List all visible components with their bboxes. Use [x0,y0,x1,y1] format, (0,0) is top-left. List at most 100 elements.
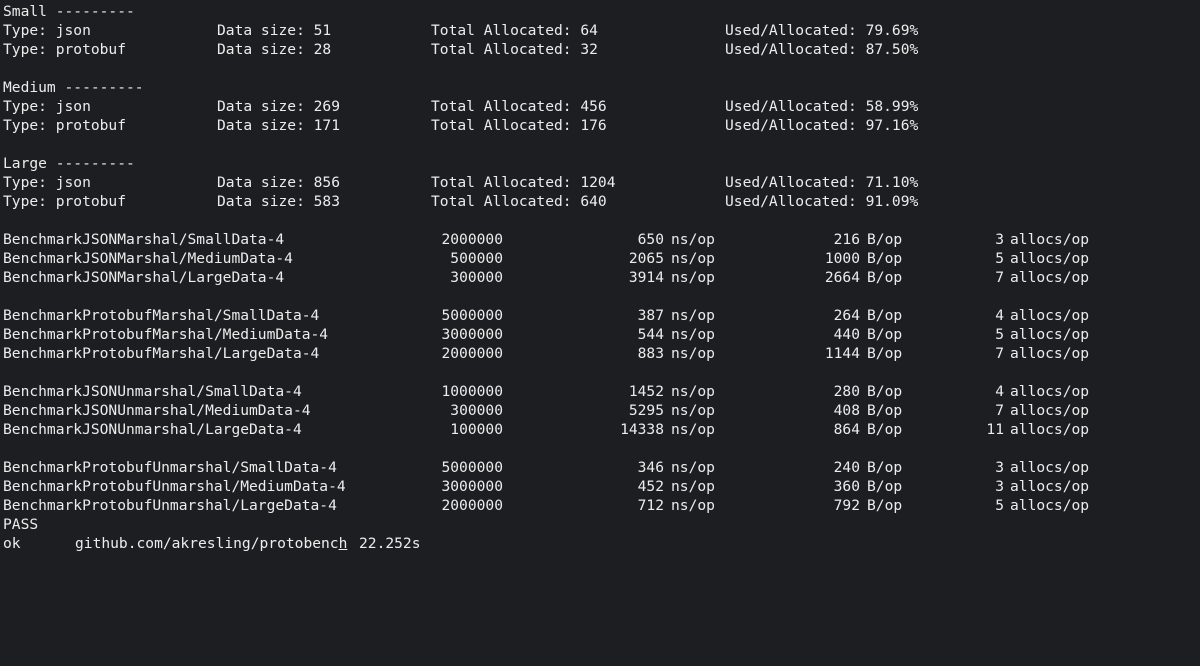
benchmark-row: BenchmarkJSONMarshal/LargeData-4 300000 … [0,268,1200,287]
allocs-per-op-unit: allocs/op [1010,497,1090,514]
data-size-cell: Data size: 51 [217,22,332,39]
bytes-per-op-unit: B/op [867,269,903,286]
type-cell: Type: protobuf [3,193,127,210]
allocs-per-op-unit: allocs/op [1010,478,1090,495]
bytes-per-op: 792 [833,497,860,514]
ns-per-op-unit: ns/op [671,326,715,343]
iterations: 3000000 [441,478,503,495]
ns-per-op: 544 [637,326,664,343]
allocs-per-op: 7 [995,402,1004,419]
pass-status: PASS [3,516,39,533]
bytes-per-op-unit: B/op [867,345,903,362]
benchmark-name: BenchmarkProtobufMarshal/LargeData-4 [3,345,320,362]
ns-per-op: 387 [637,307,664,324]
bytes-per-op: 2664 [824,269,860,286]
used-allocated-cell: Used/Allocated: 91.09% [725,193,919,210]
allocs-per-op: 4 [995,383,1004,400]
bytes-per-op: 1000 [824,250,860,267]
bytes-per-op-unit: B/op [867,383,903,400]
bytes-per-op-unit: B/op [867,307,903,324]
allocs-per-op: 5 [995,497,1004,514]
benchmark-row: BenchmarkJSONMarshal/SmallData-4 2000000… [0,230,1200,249]
ns-per-op: 2065 [628,250,664,267]
section-header-text: Small --------- [3,3,135,20]
data-size-cell: Data size: 856 [217,174,341,191]
iterations: 3000000 [441,326,503,343]
benchmark-row: BenchmarkProtobufMarshal/MediumData-4 30… [0,325,1200,344]
used-allocated-cell: Used/Allocated: 79.69% [725,22,919,39]
alloc-row: Type: json Data size: 856 Total Allocate… [0,173,1200,192]
used-allocated-cell: Used/Allocated: 97.16% [725,117,919,134]
allocs-per-op: 5 [995,326,1004,343]
bytes-per-op: 216 [833,231,860,248]
iterations: 2000000 [441,345,503,362]
allocs-per-op-unit: allocs/op [1010,383,1090,400]
benchmark-row: BenchmarkProtobufUnmarshal/SmallData-4 5… [0,458,1200,477]
iterations: 1000000 [441,383,503,400]
terminal-cursor: h [338,535,348,552]
data-size-cell: Data size: 583 [217,193,341,210]
bytes-per-op-unit: B/op [867,497,903,514]
ns-per-op-unit: ns/op [671,269,715,286]
used-allocated-cell: Used/Allocated: 71.10% [725,174,919,191]
allocs-per-op: 3 [995,459,1004,476]
bytes-per-op: 408 [833,402,860,419]
type-cell: Type: json [3,174,91,191]
ns-per-op-unit: ns/op [671,345,715,362]
section-header-text: Large --------- [3,155,135,172]
ns-per-op-unit: ns/op [671,421,715,438]
bytes-per-op: 1144 [824,345,860,362]
ns-per-op-unit: ns/op [671,402,715,419]
alloc-row: Type: protobuf Data size: 171 Total Allo… [0,116,1200,135]
bytes-per-op: 280 [833,383,860,400]
type-cell: Type: protobuf [3,41,127,58]
data-size-cell: Data size: 28 [217,41,332,58]
total-allocated-cell: Total Allocated: 176 [431,117,607,134]
terminal-output[interactable]: Small --------- Type: json Data size: 51… [0,0,1200,552]
section-header-small: Small --------- [0,2,1200,21]
iterations: 300000 [450,402,503,419]
benchmark-row: BenchmarkProtobufMarshal/SmallData-4 500… [0,306,1200,325]
benchmark-name: BenchmarkProtobufMarshal/SmallData-4 [3,307,320,324]
allocs-per-op: 5 [995,250,1004,267]
total-allocated-cell: Total Allocated: 32 [431,41,598,58]
ns-per-op-unit: ns/op [671,497,715,514]
ns-per-op-unit: ns/op [671,383,715,400]
ns-per-op-unit: ns/op [671,231,715,248]
iterations: 5000000 [441,307,503,324]
allocs-per-op-unit: allocs/op [1010,421,1090,438]
benchmark-row: BenchmarkJSONUnmarshal/LargeData-4 10000… [0,420,1200,439]
ok-line: ok github.com/akresling/protobench 22.25… [0,534,1200,553]
bytes-per-op-unit: B/op [867,478,903,495]
allocs-per-op: 7 [995,269,1004,286]
allocs-per-op-unit: allocs/op [1010,250,1090,267]
bytes-per-op: 264 [833,307,860,324]
benchmark-row: BenchmarkJSONMarshal/MediumData-4 500000… [0,249,1200,268]
benchmark-name: BenchmarkJSONMarshal/SmallData-4 [3,231,285,248]
ns-per-op: 883 [637,345,664,362]
total-allocated-cell: Total Allocated: 456 [431,98,607,115]
benchmark-name: BenchmarkProtobufUnmarshal/LargeData-4 [3,497,337,514]
ns-per-op: 3914 [628,269,664,286]
ns-per-op-unit: ns/op [671,478,715,495]
benchmark-name: BenchmarkProtobufUnmarshal/MediumData-4 [3,478,346,495]
ok-status: ok [3,535,21,552]
allocs-per-op-unit: allocs/op [1010,459,1090,476]
benchmark-name: BenchmarkProtobufUnmarshal/SmallData-4 [3,459,337,476]
allocs-per-op: 3 [995,231,1004,248]
alloc-row: Type: protobuf Data size: 583 Total Allo… [0,192,1200,211]
benchmark-name: BenchmarkJSONUnmarshal/LargeData-4 [3,421,302,438]
allocs-per-op-unit: allocs/op [1010,307,1090,324]
package-path-text: github.com/akresling/protobenc [75,535,339,552]
ns-per-op: 452 [637,478,664,495]
used-allocated-cell: Used/Allocated: 58.99% [725,98,919,115]
bytes-per-op: 440 [833,326,860,343]
alloc-row: Type: protobuf Data size: 28 Total Alloc… [0,40,1200,59]
allocs-per-op: 3 [995,478,1004,495]
benchmark-name: BenchmarkJSONUnmarshal/SmallData-4 [3,383,302,400]
benchmark-name: BenchmarkJSONMarshal/MediumData-4 [3,250,293,267]
total-allocated-cell: Total Allocated: 640 [431,193,607,210]
type-cell: Type: json [3,98,91,115]
ns-per-op: 712 [637,497,664,514]
iterations: 5000000 [441,459,503,476]
